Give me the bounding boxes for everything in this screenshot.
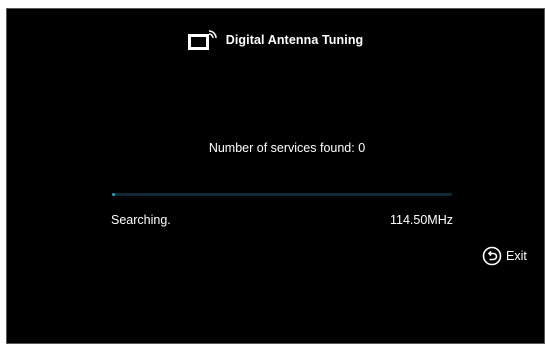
scan-progress-bar [112,193,452,196]
exit-button[interactable]: Exit [482,246,527,266]
header: Digital Antenna Tuning [7,30,544,50]
tuning-screen: Digital Antenna Tuning Number of service… [6,8,545,344]
exit-label: Exit [506,249,527,263]
scan-frequency: 114.50MHz [390,213,453,227]
scan-progress-fill [112,193,116,196]
scan-status: Searching. [111,213,171,227]
return-icon [482,246,502,266]
page-title: Digital Antenna Tuning [225,33,364,47]
tv-antenna-icon [187,30,218,50]
services-found-count: Number of services found: 0 [208,141,366,155]
